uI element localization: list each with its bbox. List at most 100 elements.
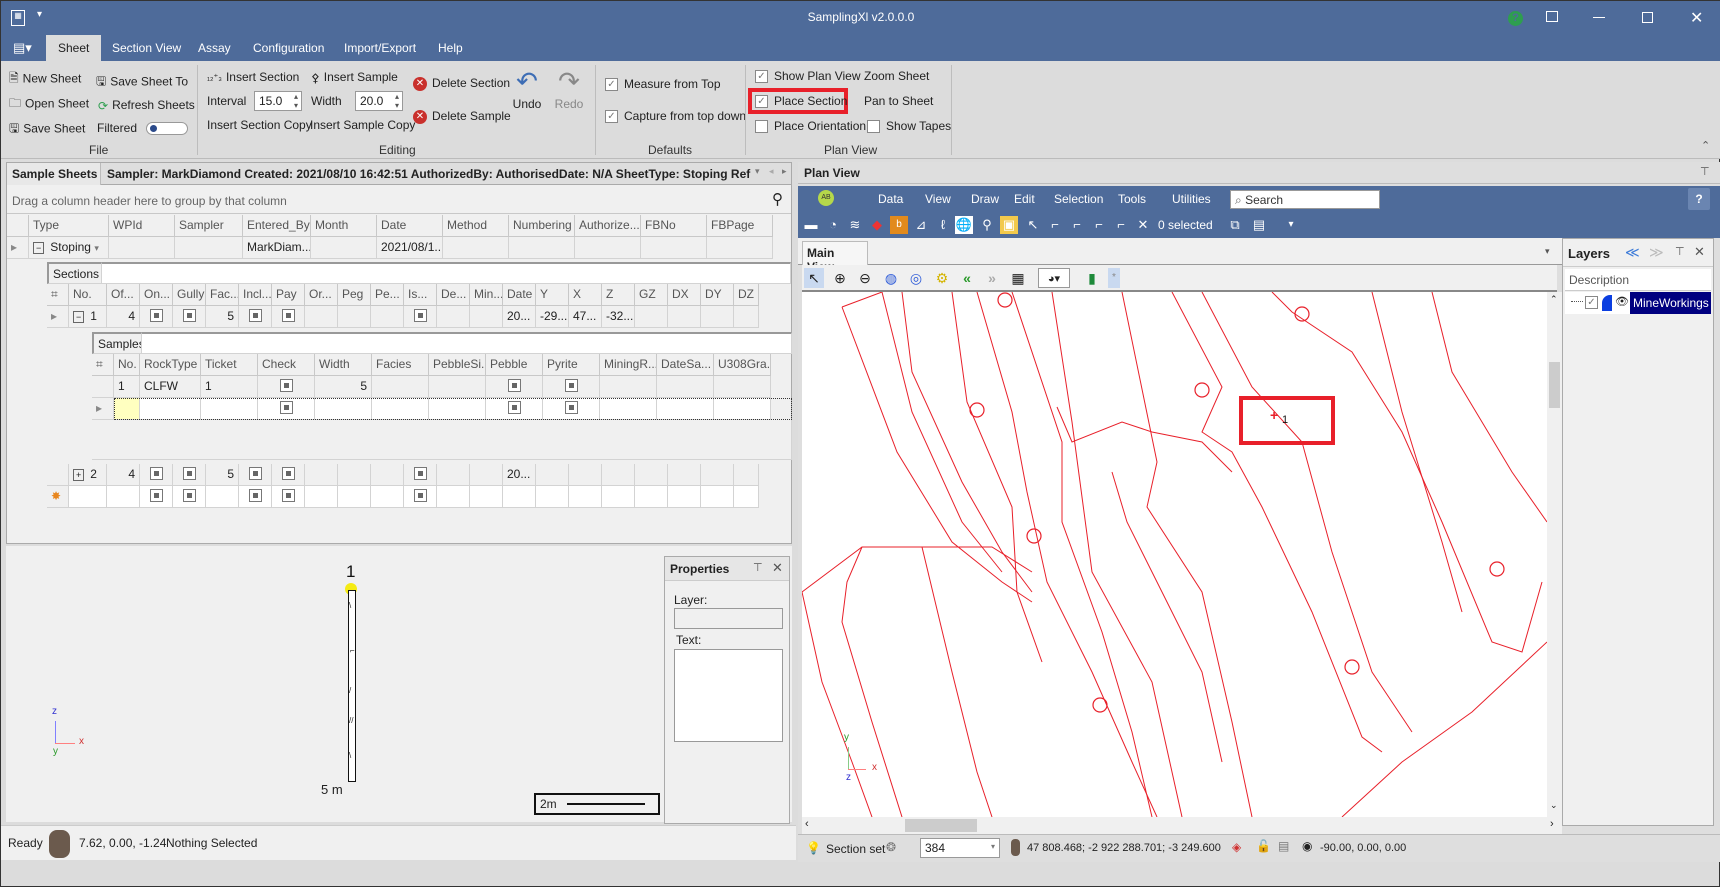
- new-row-indicator[interactable]: ✸: [47, 486, 69, 508]
- column-header[interactable]: DX: [668, 284, 701, 306]
- folder-icon[interactable]: ▬: [802, 216, 820, 234]
- minimize-button[interactable]: [1593, 17, 1605, 18]
- checkbox-cell[interactable]: [404, 486, 437, 508]
- column-header[interactable]: Of...: [107, 284, 140, 306]
- zoom-full-icon[interactable]: ◎: [906, 268, 926, 288]
- measure-icon[interactable]: ⊿: [912, 216, 930, 234]
- zoom-out-icon[interactable]: ⊖: [855, 268, 875, 288]
- collapse-left-icon[interactable]: ≪: [1625, 244, 1640, 261]
- checkbox-cell[interactable]: [140, 464, 173, 486]
- scroll-up-icon[interactable]: ⌃: [1550, 294, 1558, 305]
- checkbox-cell[interactable]: [486, 376, 543, 398]
- peg-marker[interactable]: [1092, 697, 1108, 713]
- checkbox[interactable]: [281, 467, 295, 480]
- column-header[interactable]: Pebble: [486, 354, 543, 376]
- column-header[interactable]: Numbering: [509, 215, 575, 237]
- checkbox-cell[interactable]: [272, 306, 305, 328]
- curve-icon[interactable]: ℓ: [934, 216, 952, 234]
- help-icon[interactable]: ?: [1688, 188, 1710, 210]
- layer-row[interactable]: ✓ 👁 MineWorkings: [1565, 292, 1711, 314]
- frame-icon[interactable]: ▣: [1000, 216, 1018, 234]
- zoom-sheet-button[interactable]: Zoom Sheet: [864, 69, 929, 83]
- search-input[interactable]: ⌕ Search: [1230, 190, 1380, 209]
- search-icon[interactable]: ⚲: [772, 190, 783, 208]
- column-header[interactable]: Peg: [338, 284, 371, 306]
- peg-marker[interactable]: [1344, 659, 1360, 675]
- capture-top-down-checkbox[interactable]: ✓ Capture from top down: [605, 109, 746, 124]
- layer-field[interactable]: [674, 608, 783, 629]
- column-header[interactable]: GZ: [635, 284, 668, 306]
- close-icon[interactable]: ✕: [1694, 244, 1705, 260]
- column-header[interactable]: Entered_By: [243, 215, 311, 237]
- delete-sample-button[interactable]: ✕ Delete Sample: [413, 109, 511, 124]
- select-point-icon[interactable]: ↖: [1024, 216, 1042, 234]
- attribute-table-icon[interactable]: ▤: [1250, 216, 1268, 234]
- new-row-cell[interactable]: [470, 486, 503, 508]
- main-view-tab[interactable]: Main View: [802, 241, 868, 274]
- column-header[interactable]: Pyrite: [543, 354, 600, 376]
- column-header[interactable]: FBNo: [641, 215, 707, 237]
- new-row-cell[interactable]: [305, 486, 338, 508]
- column-chooser-icon[interactable]: ⌗: [47, 284, 69, 306]
- column-header[interactable]: Pay: [272, 284, 305, 306]
- sheet-dropdown-icon[interactable]: ▾: [755, 166, 760, 177]
- column-header[interactable]: Z: [602, 284, 635, 306]
- checkbox-cell[interactable]: [239, 486, 272, 508]
- close-button[interactable]: ✕: [1690, 8, 1703, 28]
- location-icon[interactable]: ⚲: [978, 216, 996, 234]
- snap-icon[interactable]: ◈: [1232, 840, 1241, 854]
- zoom-selection-icon[interactable]: ⧉: [1226, 216, 1244, 234]
- map-pin-icon[interactable]: ◆: [868, 216, 886, 234]
- select-box-icon[interactable]: ⌐: [1112, 216, 1130, 234]
- row-indicator[interactable]: [47, 464, 69, 486]
- delete-section-button[interactable]: ✕ Delete Section: [413, 76, 510, 91]
- plan-menu-tools[interactable]: Tools: [1118, 186, 1146, 212]
- scroll-thumb[interactable]: [1549, 362, 1560, 408]
- column-header[interactable]: No.: [114, 354, 140, 376]
- pin-icon[interactable]: ⊤: [753, 561, 763, 574]
- column-header[interactable]: DY: [701, 284, 734, 306]
- section-marker-cross[interactable]: +: [1270, 407, 1278, 423]
- tab-assay[interactable]: Assay: [186, 35, 243, 61]
- column-header[interactable]: Authorize...: [575, 215, 641, 237]
- save-sheet-to-button[interactable]: 🖫 Save Sheet To: [96, 72, 188, 93]
- tab-import-export[interactable]: Import/Export: [332, 35, 428, 61]
- insert-section-copy-button[interactable]: Insert Section Copy: [207, 118, 312, 132]
- column-header[interactable]: MiningR...: [600, 354, 657, 376]
- column-header[interactable]: Width: [315, 354, 372, 376]
- new-row-cell[interactable]: [107, 486, 140, 508]
- expand-icon[interactable]: +: [73, 469, 85, 481]
- column-header[interactable]: RockType: [140, 354, 201, 376]
- globe-icon[interactable]: 🌐: [955, 216, 973, 234]
- insert-sample-button[interactable]: ⚴ Insert Sample: [311, 70, 398, 85]
- column-header[interactable]: Month: [311, 215, 377, 237]
- column-header[interactable]: Facies: [372, 354, 429, 376]
- scroll-thumb[interactable]: [905, 819, 977, 832]
- new-row-cell[interactable]: [437, 486, 470, 508]
- open-sheet-button[interactable]: 🗀 Open Sheet: [9, 94, 89, 115]
- checkbox-cell[interactable]: [239, 306, 272, 328]
- new-row-cell[interactable]: [602, 486, 635, 508]
- plan-menu-selection[interactable]: Selection: [1054, 186, 1103, 212]
- app-menu-icon[interactable]: ▤▾: [13, 40, 32, 56]
- plan-menu-utilities[interactable]: Utilities: [1172, 186, 1211, 212]
- new-row-cell[interactable]: [569, 486, 602, 508]
- interval-input[interactable]: 15.0 ▴ ▾: [254, 91, 302, 111]
- help-icon[interactable]: ?: [1508, 11, 1523, 26]
- new-row-cell[interactable]: [536, 486, 569, 508]
- lock-icon[interactable]: 🔓: [1256, 839, 1271, 853]
- checkbox[interactable]: [149, 467, 163, 480]
- palette-icon[interactable]: ◔: [824, 216, 842, 234]
- column-header[interactable]: No.: [69, 284, 107, 306]
- checkbox-cell[interactable]: [272, 464, 305, 486]
- layer-name[interactable]: MineWorkings: [1630, 292, 1711, 314]
- overflow-icon[interactable]: *: [1108, 268, 1120, 288]
- width-input[interactable]: 20.0 ▴ ▾: [355, 91, 403, 111]
- new-row-cell[interactable]: [701, 486, 734, 508]
- scroll-left-icon[interactable]: ◂: [769, 166, 774, 177]
- checkbox[interactable]: [281, 309, 295, 322]
- layer-style-icon[interactable]: [1602, 295, 1612, 311]
- checkbox[interactable]: [248, 467, 262, 480]
- show-tapes-checkbox[interactable]: Show Tapes: [867, 119, 951, 134]
- checkbox-cell[interactable]: [173, 486, 206, 508]
